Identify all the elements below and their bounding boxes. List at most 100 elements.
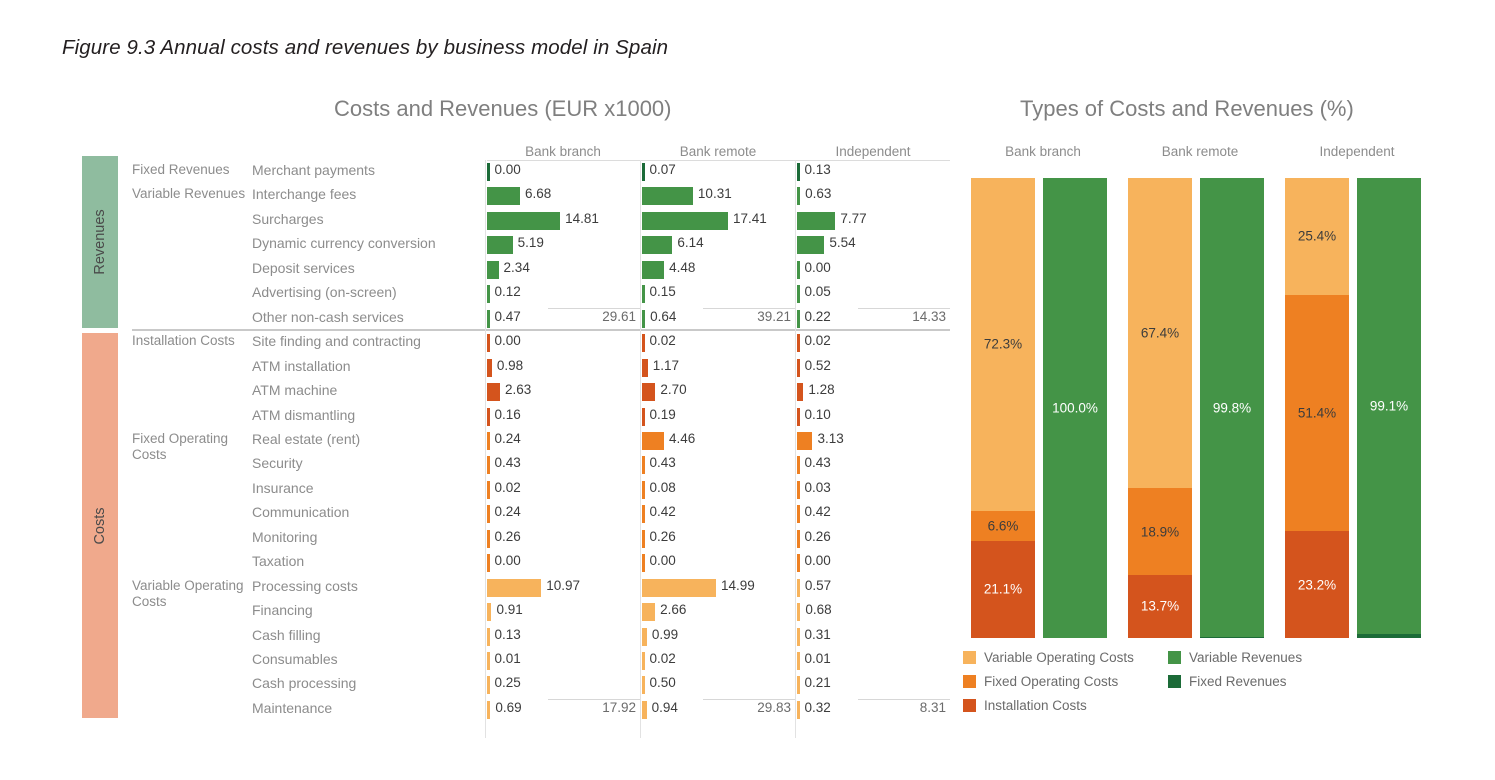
bar-row[interactable]: 0.01	[487, 649, 640, 673]
bar-row[interactable]: 0.26	[642, 527, 795, 551]
bar-row[interactable]: 0.31	[797, 625, 950, 649]
bar-row[interactable]: 0.57	[797, 576, 950, 600]
bar-row[interactable]: 0.00	[797, 551, 950, 575]
bar-row[interactable]: 0.00	[487, 160, 640, 184]
value-bar	[797, 236, 825, 255]
bar-row[interactable]: 0.00	[487, 331, 640, 355]
stacked-bar[interactable]: 99.1%	[1357, 178, 1421, 638]
row-label: Security	[252, 455, 303, 472]
total-row: 14.33	[797, 307, 950, 331]
bar-row[interactable]: 0.16	[487, 405, 640, 429]
stacked-bar[interactable]: 25.4% 51.4% 23.2%	[1285, 178, 1349, 638]
stack-segment[interactable]: 100.0%	[1043, 178, 1107, 638]
bar-row[interactable]: 0.21	[797, 673, 950, 697]
stack-segment[interactable]: 21.1%	[971, 540, 1035, 638]
total-row: 17.92	[487, 698, 640, 722]
stack-segment[interactable]: 13.7%	[1128, 574, 1192, 638]
bar-row[interactable]: 0.10	[797, 405, 950, 429]
bar-row[interactable]: 0.24	[487, 429, 640, 453]
bar-row[interactable]: 0.13	[797, 160, 950, 184]
bar-row[interactable]: 0.02	[642, 649, 795, 673]
bar-row[interactable]: 0.42	[797, 502, 950, 526]
segment-percent-label: 67.4%	[1140, 325, 1180, 341]
bar-row[interactable]: 14.99	[642, 576, 795, 600]
bar-row[interactable]: 0.13	[487, 625, 640, 649]
segment-percent-label: 21.1%	[983, 581, 1023, 597]
stack-segment[interactable]: 25.4%	[1285, 178, 1349, 295]
stack-segment[interactable]: 6.6%	[971, 510, 1035, 541]
bar-row[interactable]: 0.00	[797, 258, 950, 282]
bar-row[interactable]: 6.14	[642, 233, 795, 257]
value-bar	[487, 529, 490, 548]
bar-row[interactable]: 0.02	[797, 331, 950, 355]
stack-segment[interactable]: 99.8%	[1200, 178, 1264, 638]
legend-item[interactable]: Installation Costs	[963, 698, 1087, 713]
bar-row[interactable]: 1.28	[797, 380, 950, 404]
stack-segment[interactable]: 18.9%	[1128, 488, 1192, 575]
stacked-bar[interactable]: 72.3% 6.6% 21.1%	[971, 178, 1035, 638]
bar-row[interactable]: 0.50	[642, 673, 795, 697]
bar-row[interactable]: 0.12	[487, 282, 640, 306]
bar-row[interactable]: 10.97	[487, 576, 640, 600]
bar-row[interactable]: 0.43	[797, 453, 950, 477]
bar-row[interactable]: 0.43	[642, 453, 795, 477]
bar-row[interactable]: 0.19	[642, 405, 795, 429]
bar-row[interactable]: 2.34	[487, 258, 640, 282]
bar-row[interactable]: 2.66	[642, 600, 795, 624]
bar-row[interactable]: 5.19	[487, 233, 640, 257]
bar-row[interactable]: 2.70	[642, 380, 795, 404]
bar-row[interactable]: 0.26	[797, 527, 950, 551]
bar-row[interactable]: 0.91	[487, 600, 640, 624]
bar-row[interactable]: 0.00	[642, 551, 795, 575]
bar-row[interactable]: 0.15	[642, 282, 795, 306]
bar-row[interactable]: 17.41	[642, 209, 795, 233]
bar-row[interactable]: 3.13	[797, 429, 950, 453]
bar-row[interactable]: 0.52	[797, 356, 950, 380]
bar-row[interactable]: 0.00	[487, 551, 640, 575]
bar-row[interactable]: 0.99	[642, 625, 795, 649]
stack-segment[interactable]: 67.4%	[1128, 178, 1192, 489]
bar-row[interactable]: 5.54	[797, 233, 950, 257]
bar-row[interactable]: 10.31	[642, 184, 795, 208]
bar-row[interactable]: 0.03	[797, 478, 950, 502]
bar-row[interactable]: 4.48	[642, 258, 795, 282]
bar-row[interactable]: 0.25	[487, 673, 640, 697]
group-label: Fixed Revenues	[132, 162, 230, 177]
legend-item[interactable]: Variable Operating Costs	[963, 650, 1134, 665]
bar-row[interactable]: 6.68	[487, 184, 640, 208]
value-bar	[642, 163, 645, 181]
stack-segment[interactable]	[1357, 633, 1421, 638]
stacked-bar[interactable]: 99.8%	[1200, 178, 1264, 638]
bar-row[interactable]: 2.63	[487, 380, 640, 404]
stack-segment[interactable]: 99.1%	[1357, 178, 1421, 634]
value-bar	[797, 676, 800, 695]
bar-row[interactable]: 7.77	[797, 209, 950, 233]
bar-row[interactable]: 0.07	[642, 160, 795, 184]
bar-row[interactable]: 0.98	[487, 356, 640, 380]
bar-row[interactable]: 0.68	[797, 600, 950, 624]
stack-segment[interactable]: 51.4%	[1285, 294, 1349, 532]
bar-row[interactable]: 0.24	[487, 502, 640, 526]
bar-row[interactable]: 0.42	[642, 502, 795, 526]
bar-row[interactable]: 0.63	[797, 184, 950, 208]
bar-row[interactable]: 14.81	[487, 209, 640, 233]
stack-segment[interactable]: 72.3%	[971, 178, 1035, 511]
stacked-bar[interactable]: 67.4% 18.9% 13.7%	[1128, 178, 1192, 638]
bar-row[interactable]: 0.43	[487, 453, 640, 477]
bar-row[interactable]: 0.01	[797, 649, 950, 673]
bar-value-label: 0.13	[494, 626, 521, 642]
bar-row[interactable]: 0.02	[487, 478, 640, 502]
stack-segment[interactable]	[1200, 637, 1264, 638]
legend-item[interactable]: Fixed Operating Costs	[963, 674, 1118, 689]
bar-row[interactable]: 1.17	[642, 356, 795, 380]
segment-percent-label: 51.4%	[1297, 405, 1337, 421]
legend-item[interactable]: Fixed Revenues	[1168, 674, 1287, 689]
bar-row[interactable]: 0.05	[797, 282, 950, 306]
bar-row[interactable]: 0.08	[642, 478, 795, 502]
bar-row[interactable]: 0.02	[642, 331, 795, 355]
legend-item[interactable]: Variable Revenues	[1168, 650, 1302, 665]
stack-segment[interactable]: 23.2%	[1285, 531, 1349, 638]
bar-row[interactable]: 4.46	[642, 429, 795, 453]
stacked-bar[interactable]: 100.0%	[1043, 178, 1107, 638]
bar-row[interactable]: 0.26	[487, 527, 640, 551]
